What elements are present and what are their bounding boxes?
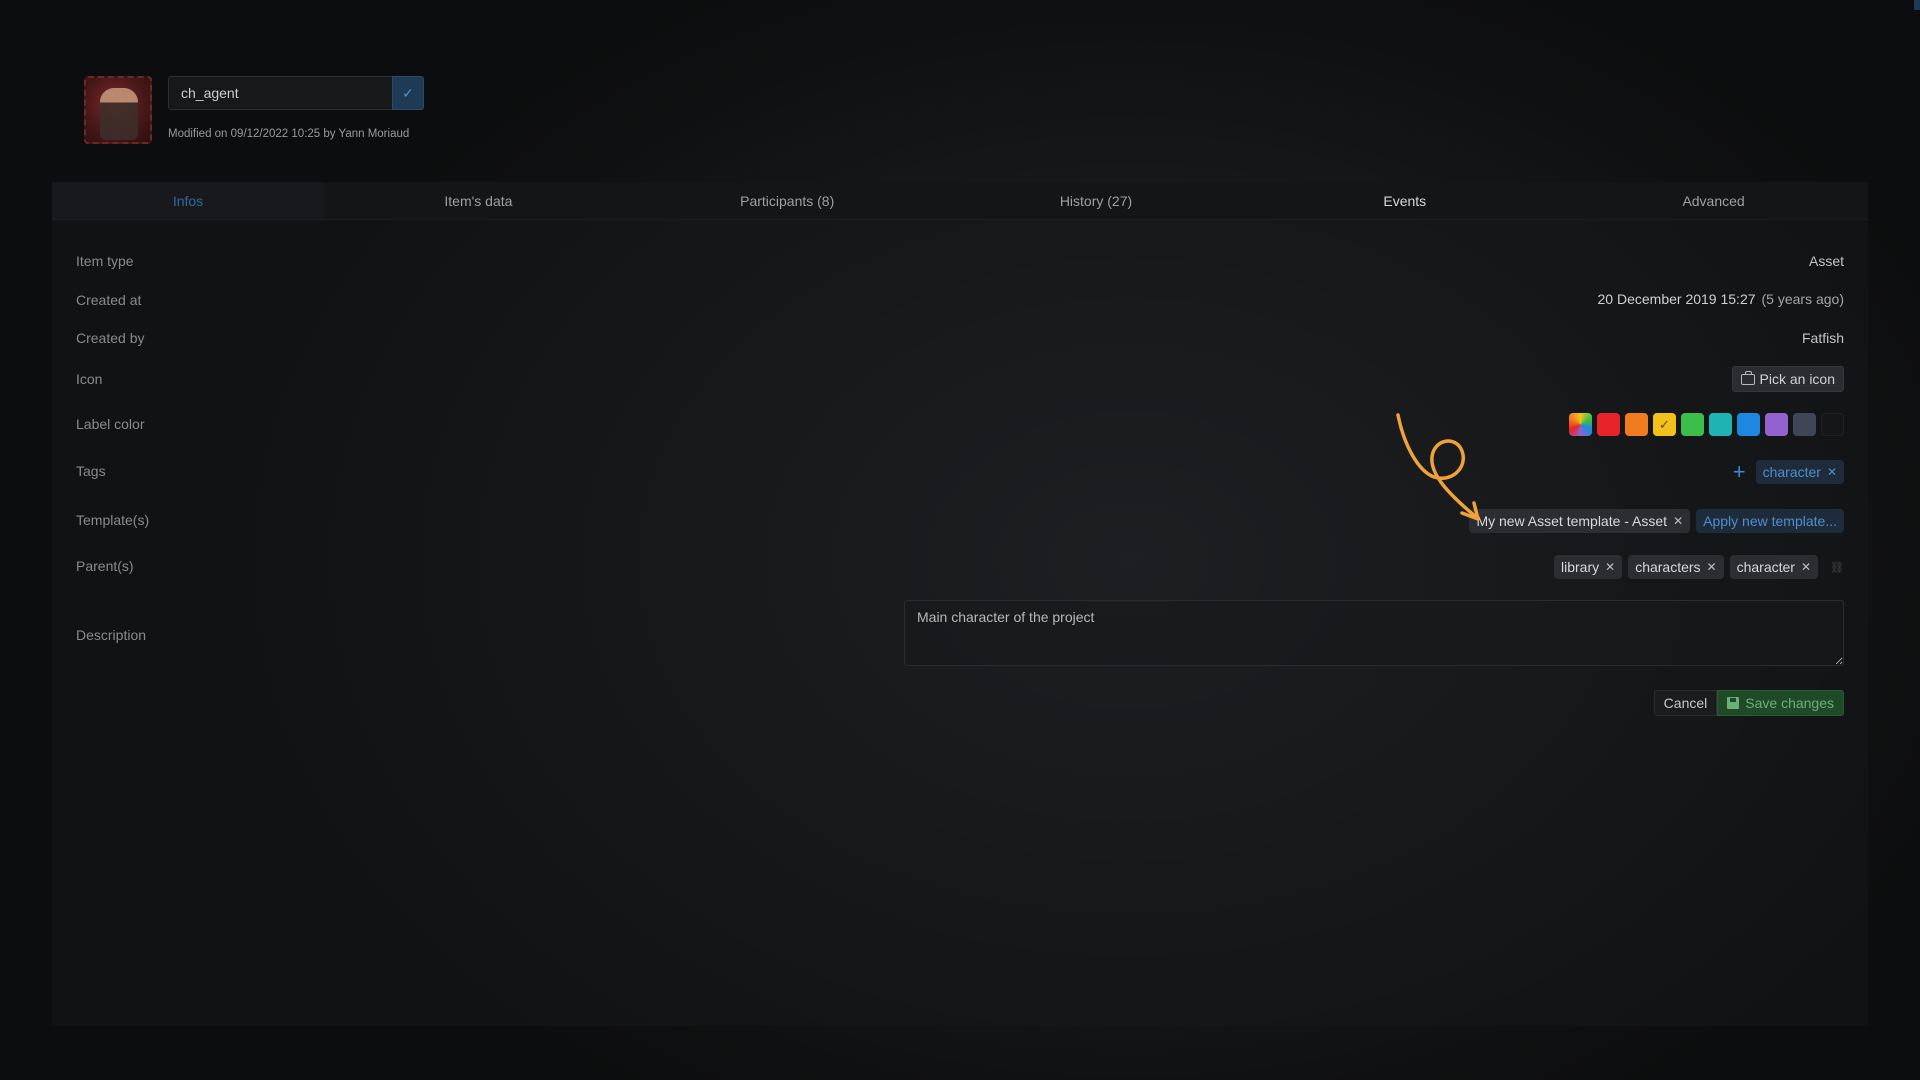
tab-bar: Infos Item's data Participants (8) Histo… [52,182,1868,220]
swatch-red[interactable] [1597,413,1620,436]
apply-new-template-button[interactable]: Apply new template... [1696,509,1844,533]
briefcase-icon [1740,370,1755,385]
parents-list: library ✕ characters ✕ character ✕ ⛓ [1554,555,1844,579]
description-input[interactable] [904,600,1844,666]
swatch-purple[interactable] [1765,413,1788,436]
link-icon[interactable]: ⛓ [1830,561,1844,574]
item-type-label: Item type [76,253,134,269]
remove-parent-icon[interactable]: ✕ [1605,560,1615,574]
icon-label: Icon [76,371,103,387]
tags-label: Tags [76,463,106,479]
tab-history[interactable]: History (27) [942,182,1251,219]
pick-icon-button-label: Pick an icon [1759,371,1835,387]
swatch-blue[interactable] [1737,413,1760,436]
add-tag-icon[interactable]: + [1733,461,1746,483]
swatch-multicolor[interactable] [1569,413,1592,436]
item-name-input[interactable] [168,76,392,110]
template-chip-label: My new Asset template - Asset [1476,513,1668,529]
parents-label: Parent(s) [76,558,134,574]
save-changes-button[interactable]: Save changes [1717,690,1844,716]
remove-template-icon[interactable]: ✕ [1673,514,1683,528]
item-type-value: Asset [1808,253,1844,269]
tab-participants[interactable]: Participants (8) [633,182,942,219]
tab-items-data[interactable]: Item's data [324,182,633,219]
cancel-button[interactable]: Cancel [1653,690,1718,716]
pick-icon-button[interactable]: Pick an icon [1731,366,1844,392]
label-color-swatches: ✓ [1569,413,1844,436]
item-thumbnail[interactable] [84,76,152,144]
parent-chip-label: character [1736,559,1795,575]
tab-events[interactable]: Events [1250,182,1559,219]
remove-tag-icon[interactable]: ✕ [1827,465,1837,479]
tags-list: + character ✕ [1733,460,1844,484]
swatch-green[interactable] [1681,413,1704,436]
parent-chip[interactable]: library ✕ [1554,555,1623,579]
parent-chip[interactable]: characters ✕ [1628,555,1724,579]
template-chip[interactable]: My new Asset template - Asset ✕ [1469,509,1691,533]
tag-chip-label: character [1762,464,1821,480]
parent-chip-label: characters [1635,559,1701,575]
swatch-slate[interactable] [1793,413,1816,436]
created-by-label: Created by [76,330,145,346]
created-at-date: 20 December 2019 15:27 [1597,291,1756,307]
parent-chip-label: library [1561,559,1600,575]
created-at-label: Created at [76,292,142,308]
remove-parent-icon[interactable]: ✕ [1707,560,1717,574]
annotation-stroke [1396,413,1478,519]
floppy-disk-icon [1727,697,1740,709]
check-icon: ✓ [1659,416,1670,432]
label-color-label: Label color [76,416,145,432]
item-name-editor: ✓ [168,76,424,110]
check-icon: ✓ [402,84,414,101]
created-at-relative: (5 years ago) [1761,291,1844,307]
tab-advanced[interactable]: Advanced [1559,182,1868,219]
created-by-value: Fatfish [1801,330,1844,346]
form-actions: Cancel Save changes [1653,690,1844,716]
confirm-name-button[interactable]: ✓ [392,76,424,110]
created-at-value: 20 December 2019 15:27 (5 years ago) [1598,291,1844,307]
annotation-arrow [1396,413,1480,521]
parent-chip[interactable]: character ✕ [1729,555,1819,579]
swatch-yellow[interactable]: ✓ [1653,413,1676,436]
swatch-orange[interactable] [1625,413,1648,436]
save-changes-label: Save changes [1745,695,1834,711]
modified-info: Modified on 09/12/2022 10:25 by Yann Mor… [168,128,410,140]
thumbnail-character-figure [100,88,138,140]
swatch-teal[interactable] [1709,413,1732,436]
remove-parent-icon[interactable]: ✕ [1801,560,1811,574]
templates-label: Template(s) [76,512,150,528]
templates-list: My new Asset template - Asset ✕ Apply ne… [1469,509,1844,533]
description-label: Description [76,627,147,643]
corner-indicator [1914,0,1920,10]
tag-chip[interactable]: character ✕ [1755,460,1844,484]
swatch-none[interactable] [1821,413,1844,436]
tab-infos[interactable]: Infos [52,182,324,219]
